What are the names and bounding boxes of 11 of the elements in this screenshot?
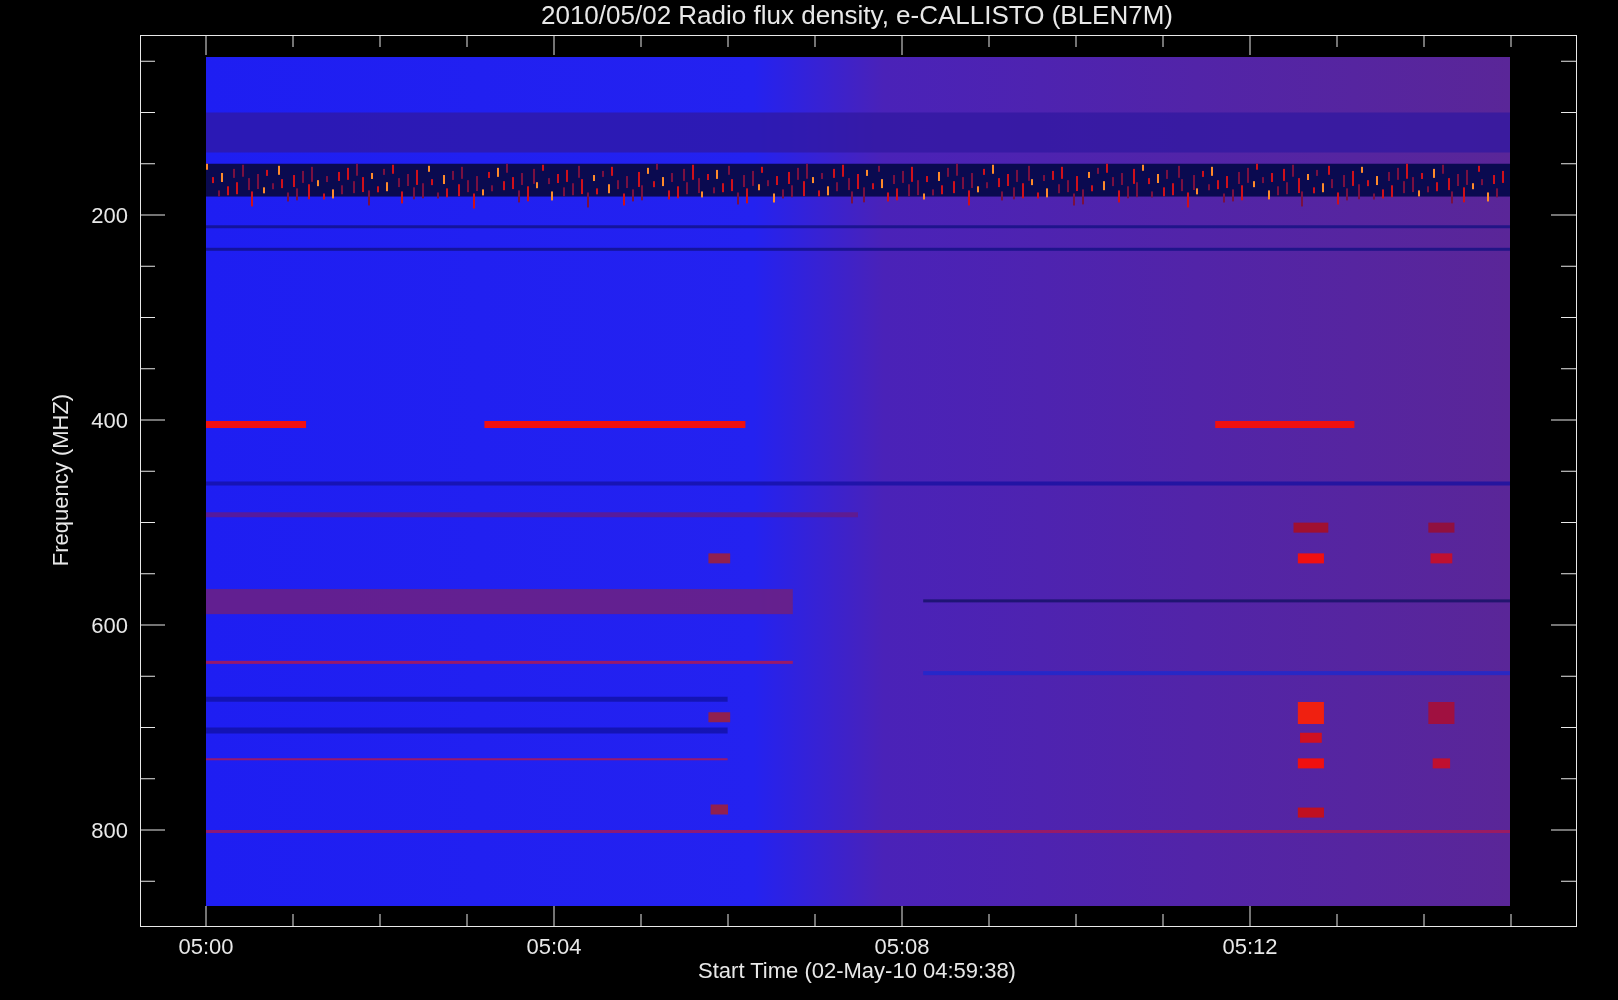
x-tick-label: 05:00 — [178, 934, 234, 959]
x-tick-label: 05:04 — [526, 934, 582, 959]
y-axis-label: Frequency (MHZ) — [48, 393, 73, 567]
x-axis-label: Start Time (02-May-10 04:59:38) — [698, 958, 1016, 983]
chart-title: 2010/05/02 Radio flux density, e-CALLISTO (BLEN7M) — [541, 0, 1173, 30]
x-tick-label: 05:12 — [1222, 934, 1278, 959]
x-tick-label: 05:08 — [874, 934, 930, 959]
y-tick-label: 800 — [91, 818, 128, 843]
y-tick-label: 600 — [91, 613, 128, 638]
y-tick-label: 400 — [91, 408, 128, 433]
y-tick-label: 200 — [91, 203, 128, 228]
